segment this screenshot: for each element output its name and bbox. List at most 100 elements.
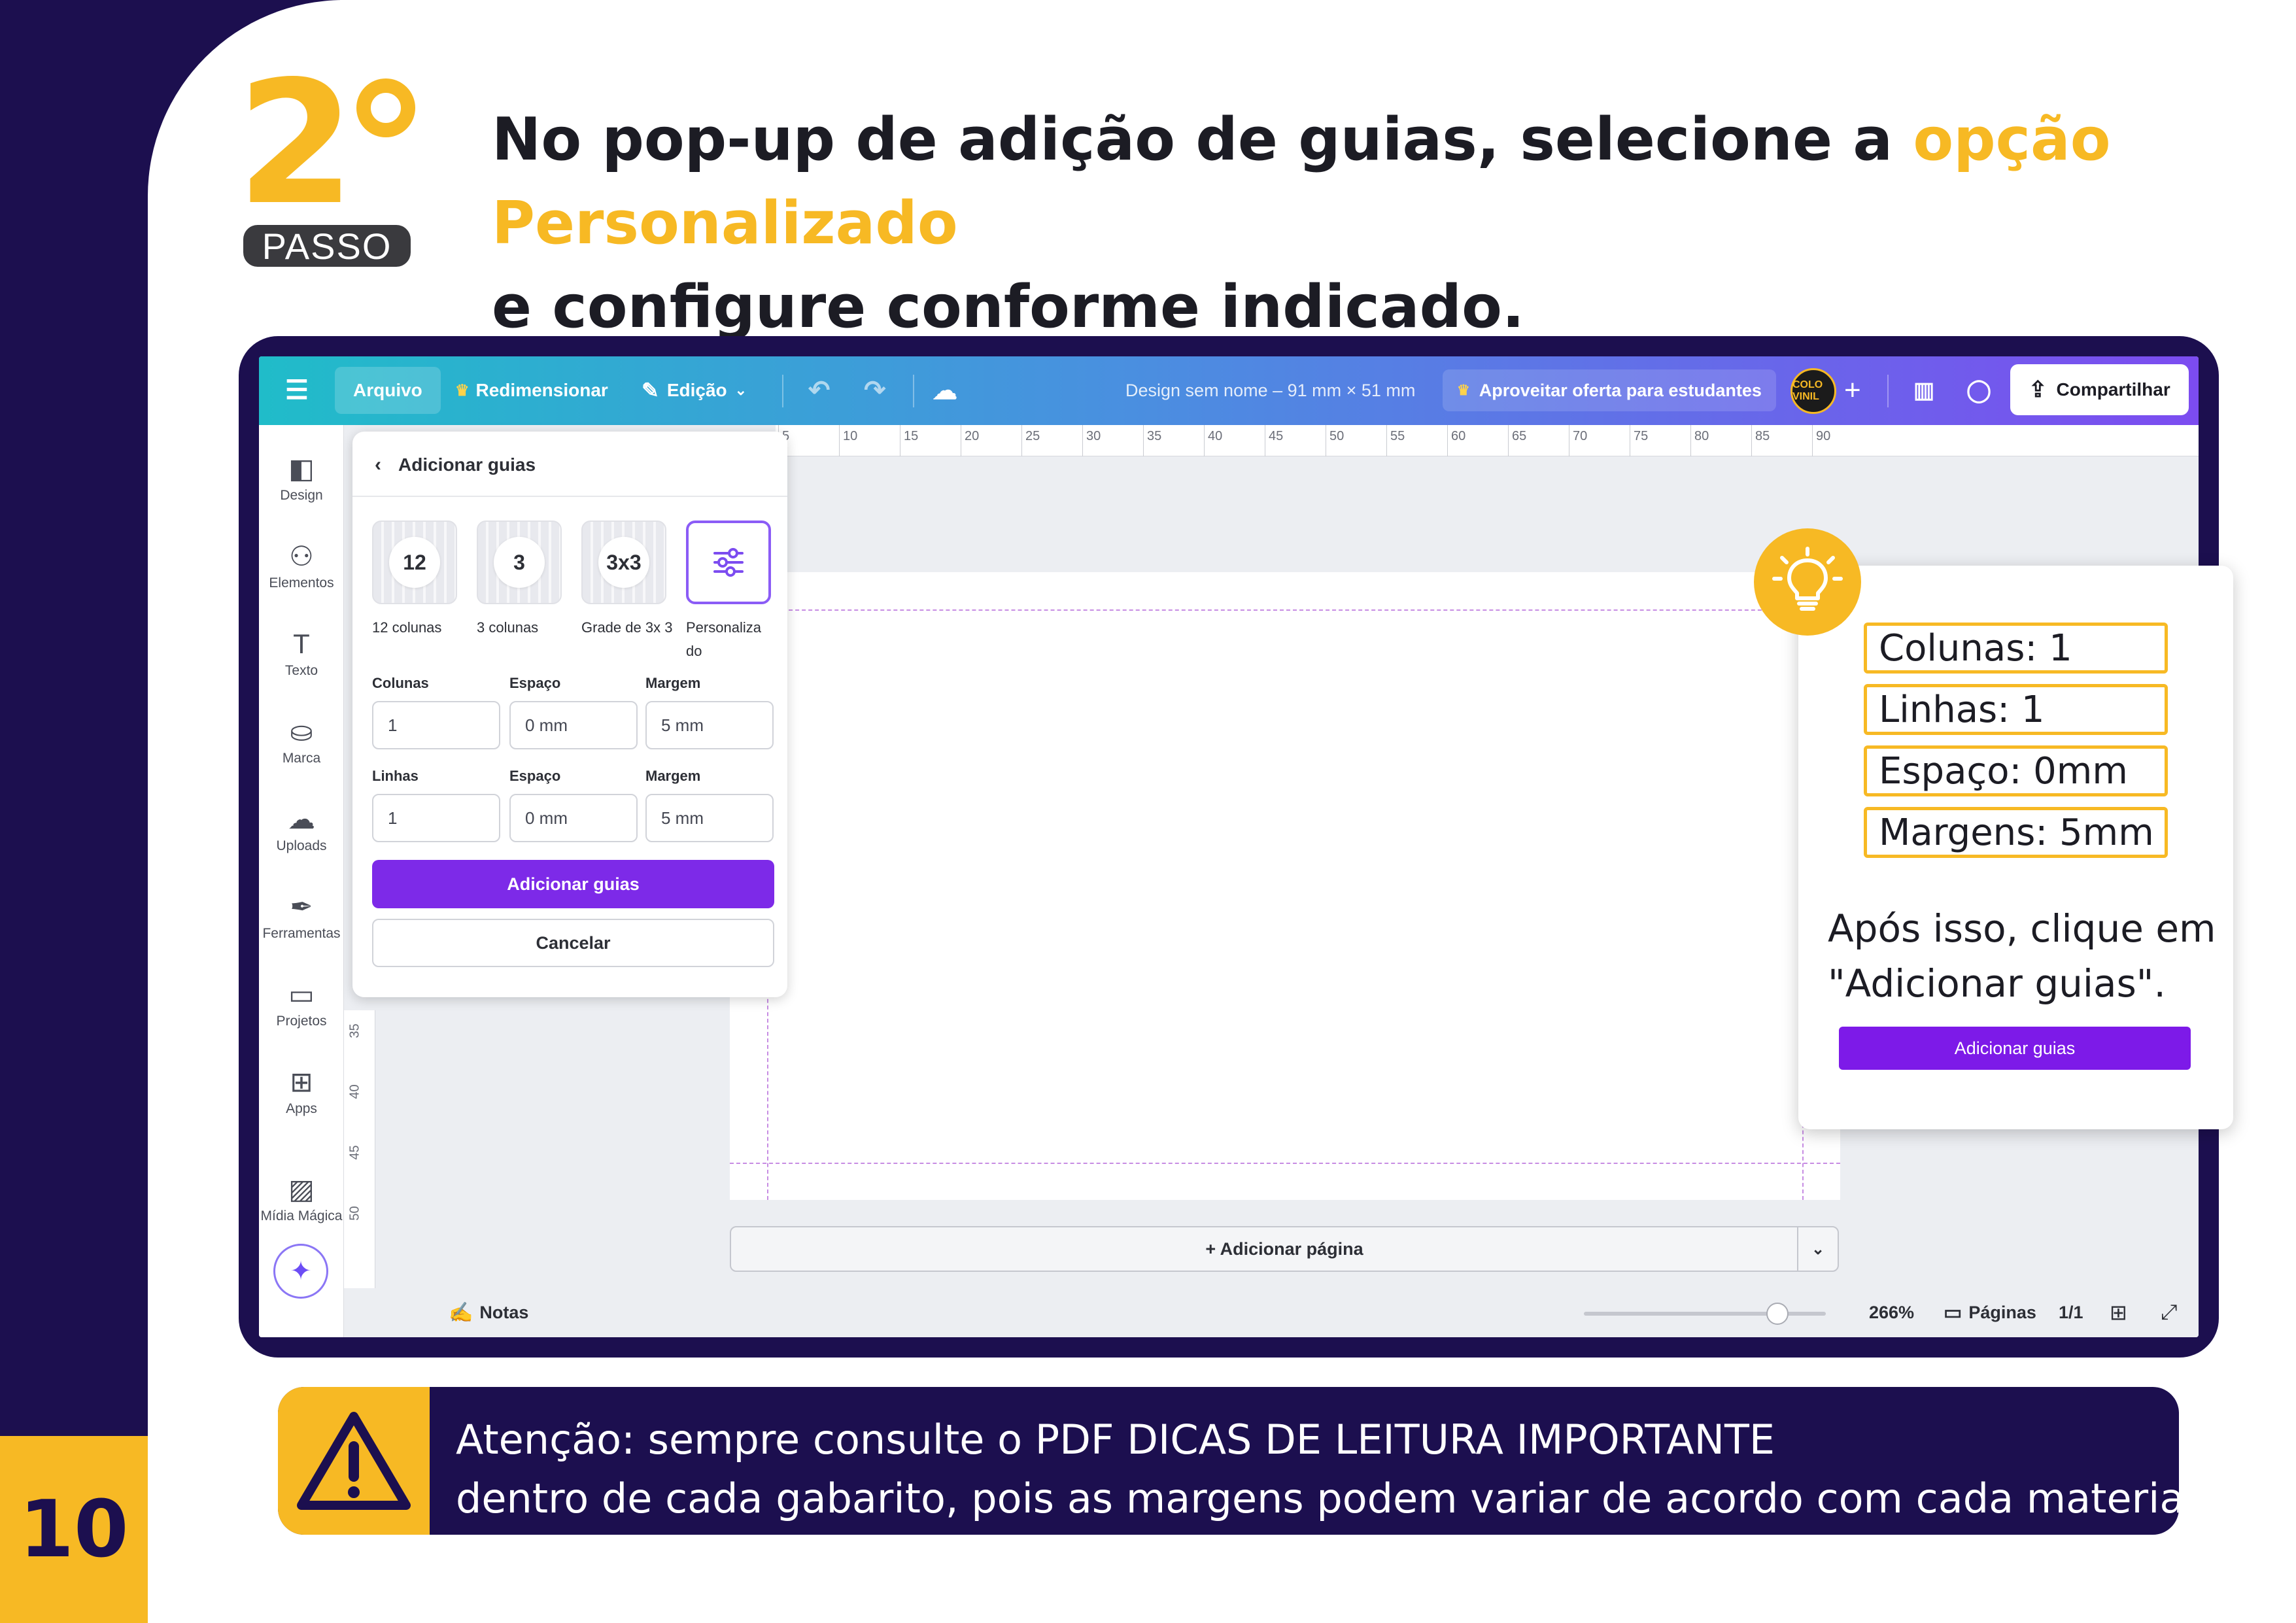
option-3-columns[interactable]: 3: [477, 521, 562, 604]
ruler-tick: 40: [347, 1084, 362, 1099]
columns-margin-input[interactable]: 5 mm: [645, 701, 774, 749]
rail-item-uploads[interactable]: ☁ Uploads: [259, 803, 344, 854]
rows-input[interactable]: 1: [372, 794, 500, 842]
toolbar-divider: [1887, 375, 1889, 407]
bar-chart-icon[interactable]: ▥: [1900, 367, 1947, 414]
layout-icon: ◧: [288, 453, 315, 484]
left-rail: ◧ Design ⚇ Elementos T Texto ⛀ Marca ☁ U…: [259, 425, 344, 1337]
notes-button[interactable]: ✍ Notas: [449, 1301, 528, 1324]
option-icon: 3x3: [598, 537, 649, 588]
design-page[interactable]: [730, 572, 1840, 1200]
headline-part-1: No pop-up de adição de guias, selecione …: [492, 105, 1913, 174]
grid-view-icon[interactable]: ⊞: [2110, 1300, 2127, 1325]
avatar[interactable]: COLO VINIL: [1791, 368, 1836, 414]
columns-input[interactable]: 1: [372, 701, 500, 749]
add-guides-button[interactable]: Adicionar guias: [372, 860, 774, 908]
page-number: 10: [0, 1436, 148, 1623]
rail-item-apps[interactable]: ⊞ Apps: [259, 1066, 344, 1117]
rail-item-text[interactable]: T Texto: [259, 628, 344, 679]
columns-gap-input[interactable]: 0 mm: [509, 701, 638, 749]
pages-button[interactable]: ▭ Páginas: [1944, 1301, 2036, 1324]
warning-icon-box: [278, 1387, 430, 1535]
rail-item-projects[interactable]: ▭ Projetos: [259, 978, 344, 1029]
crown-icon: ♛: [1457, 382, 1470, 398]
magic-sparkle-button[interactable]: ✦: [273, 1244, 328, 1299]
ruler-tick: 85: [1751, 425, 1770, 456]
file-menu-button[interactable]: Arquivo: [335, 367, 441, 414]
option-3x3-grid[interactable]: 3x3: [581, 521, 666, 604]
chevron-down-icon[interactable]: ⌄: [1797, 1227, 1838, 1271]
zoom-level[interactable]: 266%: [1869, 1303, 1914, 1323]
warning-line-1: Atenção: sempre consulte o PDF DICAS DE …: [456, 1416, 1775, 1463]
student-offer-button[interactable]: ♛ Aproveitar oferta para estudantes: [1443, 369, 1776, 411]
option-icon: 3: [494, 537, 545, 588]
design-title[interactable]: Design sem nome – 91 mm × 51 mm: [1125, 367, 1415, 414]
guide-line-bottom: [730, 1163, 1840, 1164]
step-number: 2: [237, 45, 355, 243]
rail-item-tools[interactable]: ✒ Ferramentas: [259, 891, 344, 942]
redo-icon[interactable]: ↷: [864, 367, 886, 414]
lightbulb-icon: [1772, 547, 1843, 611]
rail-item-elements[interactable]: ⚇ Elementos: [259, 540, 344, 591]
pages-icon: ▭: [1944, 1302, 1962, 1324]
cloud-saved-icon[interactable]: ☁: [933, 367, 957, 414]
rows-label: Linhas: [372, 768, 419, 784]
rail-item-design[interactable]: ◧ Design: [259, 453, 344, 504]
rows-margin-label: Margem: [645, 768, 701, 784]
ruler-tick: 90: [1811, 425, 1831, 456]
comment-icon[interactable]: ◯: [1955, 367, 2002, 414]
edit-mode-button[interactable]: ✎ Edição ⌄: [642, 367, 747, 414]
chevron-down-icon: ⌄: [734, 382, 747, 398]
setting-columns: Colunas: 1: [1864, 623, 2168, 674]
add-page-button[interactable]: + Adicionar página ⌄: [730, 1226, 1839, 1272]
setting-gap: Espaço: 0mm: [1864, 745, 2168, 796]
option-label: Personaliza do: [686, 619, 761, 659]
panel-divider: [352, 496, 787, 497]
columns-label: Colunas: [372, 675, 429, 691]
ruler-vertical: 35 40 45 50: [344, 1010, 375, 1311]
folder-icon: ▭: [288, 979, 315, 1010]
rail-item-brand[interactable]: ⛀ Marca: [259, 715, 344, 766]
pen-tool-icon: ✒: [290, 891, 313, 922]
hamburger-icon[interactable]: ☰: [285, 367, 309, 414]
upload-cloud-icon: ☁: [288, 804, 315, 834]
option-label: 3 colunas: [477, 619, 539, 636]
warning-text: Atenção: sempre consulte o PDF DICAS DE …: [456, 1410, 2179, 1528]
pages-label: Páginas: [1968, 1303, 2036, 1322]
guide-line-top: [730, 609, 1840, 611]
brand-icon: ⛀: [290, 716, 313, 747]
ruler-tick: 30: [1082, 425, 1101, 456]
pencil-icon: ✎: [642, 379, 659, 402]
ruler-tick: 60: [1447, 425, 1466, 456]
cancel-button[interactable]: Cancelar: [372, 919, 774, 967]
option-12-columns[interactable]: 12: [372, 521, 457, 604]
notes-label: Notas: [479, 1303, 529, 1322]
plus-icon[interactable]: +: [1844, 367, 1861, 414]
rows-gap-input[interactable]: 0 mm: [509, 794, 638, 842]
ruler-horizontal: 5 10 15 20 25 30 35 40 45 50 55 60 65 70…: [776, 425, 2199, 456]
undo-icon[interactable]: ↶: [808, 367, 831, 414]
ruler-tick: 45: [1264, 425, 1284, 456]
resize-button[interactable]: ♛ Redimensionar: [455, 367, 608, 414]
toolbar-divider: [913, 375, 914, 407]
shapes-icon: ⚇: [289, 541, 314, 572]
rail-item-magic-media[interactable]: ▨ Mídia Mágica: [259, 1173, 344, 1224]
ruler-tick: 75: [1629, 425, 1649, 456]
ruler-tick: 10: [838, 425, 858, 456]
warning-icon: [297, 1412, 411, 1510]
student-offer-label: Aproveitar oferta para estudantes: [1479, 380, 1762, 400]
chevron-left-icon[interactable]: ‹: [375, 454, 381, 476]
magic-media-icon: ▨: [288, 1174, 315, 1204]
fullscreen-icon[interactable]: ⤢: [2161, 1300, 2178, 1325]
warning-banner: Atenção: sempre consulte o PDF DICAS DE …: [278, 1387, 2179, 1535]
panel-title: Adicionar guias: [398, 454, 536, 475]
rows-margin-input[interactable]: 5 mm: [645, 794, 774, 842]
headline-part-2: e configure conforme indicado.: [492, 273, 1525, 341]
share-button[interactable]: ⇪ Compartilhar: [2010, 364, 2189, 415]
notes-icon: ✍: [449, 1302, 473, 1324]
resize-label: Redimensionar: [475, 380, 608, 400]
option-custom[interactable]: [686, 521, 771, 604]
sliders-icon: [713, 548, 744, 577]
zoom-slider[interactable]: [1584, 1312, 1826, 1316]
zoom-slider-handle[interactable]: [1766, 1303, 1789, 1325]
